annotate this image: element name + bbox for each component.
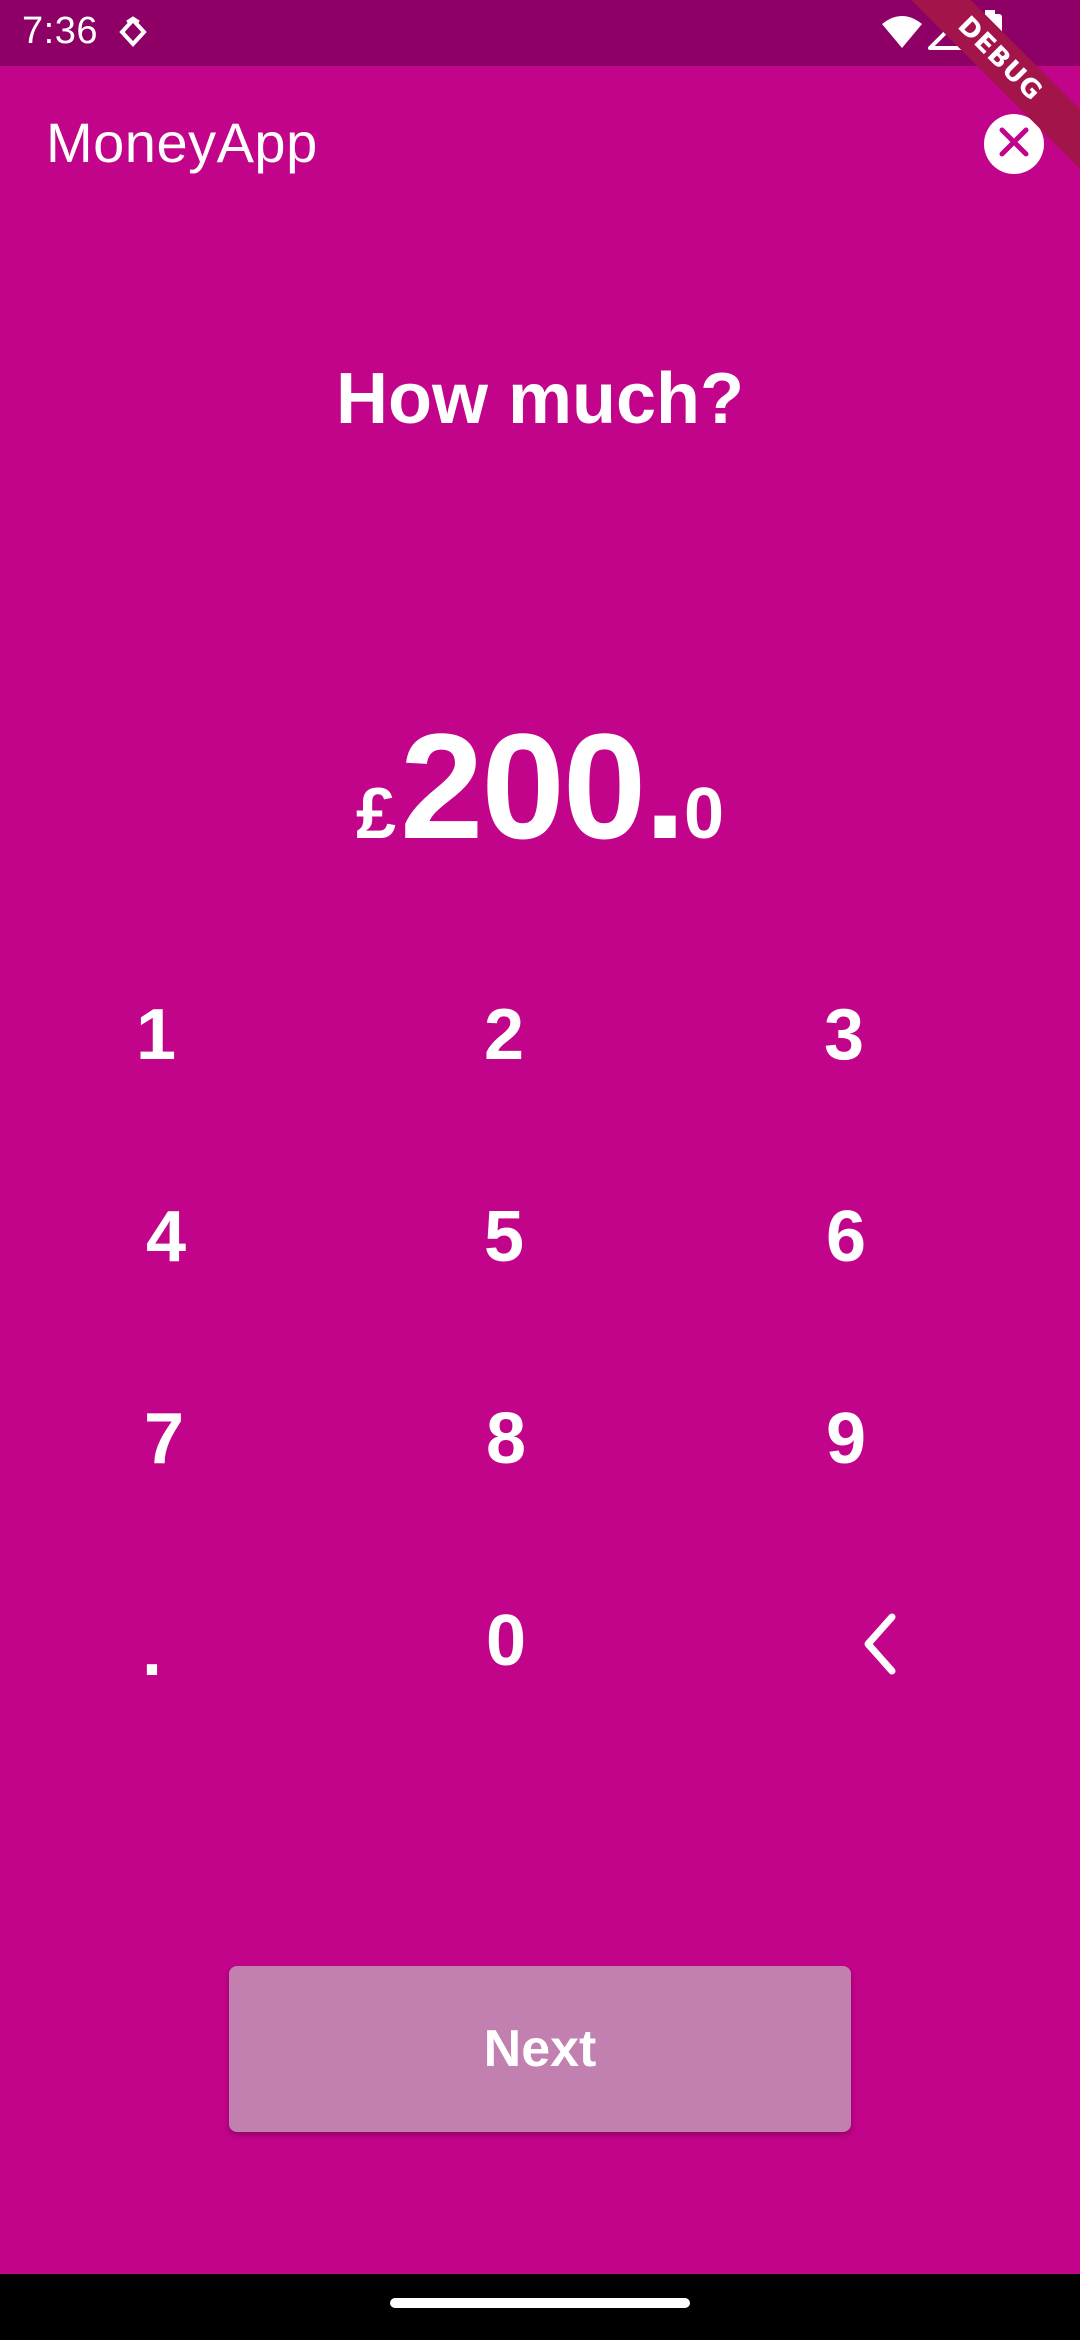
key-3[interactable]: 3 [724, 960, 964, 1110]
next-button[interactable]: Next [229, 1966, 851, 2132]
app-title: MoneyApp [46, 111, 318, 174]
amount-display: £ 200. 0 [0, 700, 1080, 880]
key-2[interactable]: 2 [384, 960, 624, 1110]
key-0[interactable]: 0 [386, 1566, 626, 1716]
backspace-button[interactable] [760, 1576, 1000, 1726]
notification-icon [118, 16, 148, 55]
navigation-bar [0, 2274, 1080, 2340]
key-7[interactable]: 7 [44, 1364, 284, 1514]
key-6[interactable]: 6 [726, 1162, 966, 1312]
key-8[interactable]: 8 [386, 1364, 626, 1514]
status-time: 7:36 [22, 10, 98, 52]
key-9[interactable]: 9 [726, 1364, 966, 1514]
amount-decimal: 0 [683, 774, 725, 854]
key-4[interactable]: 4 [46, 1162, 286, 1312]
currency-symbol: £ [355, 774, 397, 854]
key-decimal-point[interactable]: . [32, 1576, 272, 1726]
close-icon [996, 124, 1032, 165]
amount-whole: 200. [400, 702, 686, 870]
status-bar: 7:36 [0, 0, 1080, 66]
wifi-icon [880, 14, 924, 55]
key-5[interactable]: 5 [384, 1162, 624, 1312]
chevron-left-icon [860, 1610, 900, 1692]
key-1[interactable]: 1 [36, 960, 276, 1110]
home-indicator[interactable] [390, 2298, 690, 2308]
page-title: How much? [336, 359, 744, 439]
money-amount-screen: 7:36 DEBUG MoneyApp How much? £ 200. 0 1… [0, 0, 1080, 2340]
